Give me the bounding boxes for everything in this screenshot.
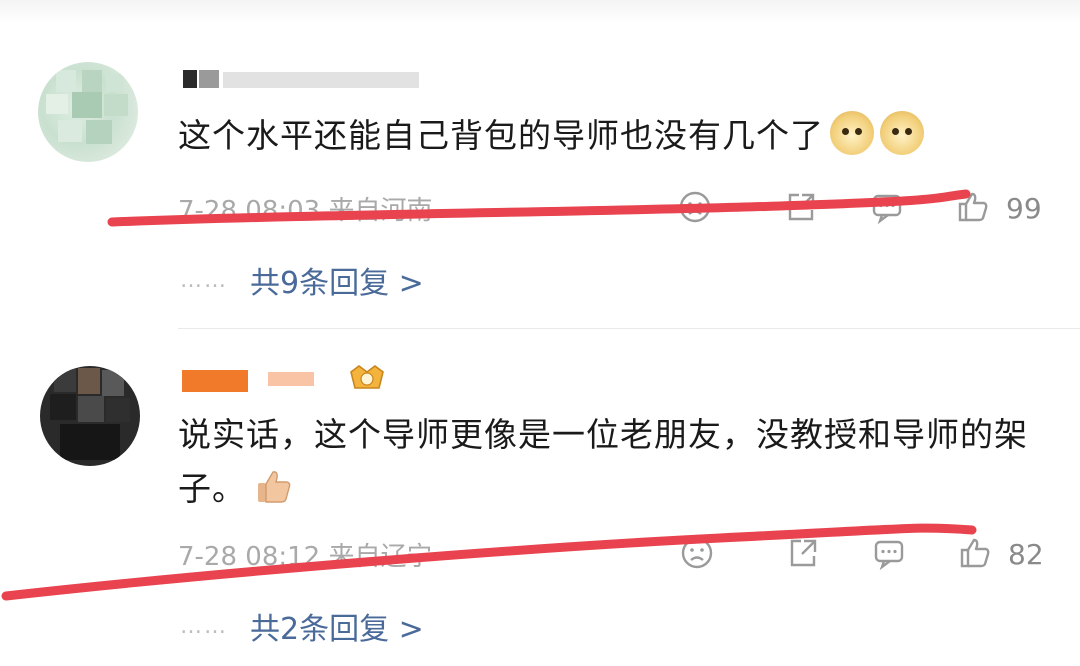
like-icon[interactable] (956, 190, 990, 224)
view-replies-link[interactable]: …… 共9条回复 > (180, 258, 424, 302)
avatar[interactable] (40, 366, 140, 466)
share-icon[interactable] (784, 190, 818, 224)
reply-count-label: 共9条回复 > (250, 266, 424, 301)
comment-text: 这个水平还能自己背包的导师也没有几个了 (178, 109, 924, 163)
comment-text: 说实话，这个导师更像是一位老朋友，没教授和导师的架子。 (178, 415, 1028, 508)
annotation-stroke-2 (1, 523, 977, 601)
view-replies-link[interactable]: …… 共2条回复 > (180, 604, 424, 648)
like-count: 82 (1008, 538, 1044, 571)
vip-badge-icon (350, 365, 384, 389)
dislike-face-icon[interactable] (680, 536, 714, 570)
reply-prefix: …… (180, 268, 228, 293)
comment-meta: 7-28 08:12 来自辽宁 (178, 542, 433, 572)
doge-icon (880, 111, 924, 155)
comment-meta: 7-28 08:03 来自河南 (178, 196, 433, 226)
avatar[interactable] (38, 62, 138, 162)
reply-prefix: …… (180, 614, 228, 639)
top-fade (0, 0, 1080, 24)
reply-count-label: 共2条回复 > (250, 612, 424, 647)
username-blurred[interactable] (183, 64, 423, 90)
like-icon[interactable] (958, 536, 992, 570)
share-icon[interactable] (786, 536, 820, 570)
comment-icon[interactable] (872, 536, 906, 570)
dislike-face-icon[interactable] (678, 190, 712, 224)
comment-icon[interactable] (870, 190, 904, 224)
like-count: 99 (1006, 192, 1042, 225)
doge-icon (830, 111, 874, 155)
thumbs-up-icon (258, 471, 291, 503)
annotation-strokes (1, 189, 977, 601)
comment-divider (178, 328, 1080, 329)
